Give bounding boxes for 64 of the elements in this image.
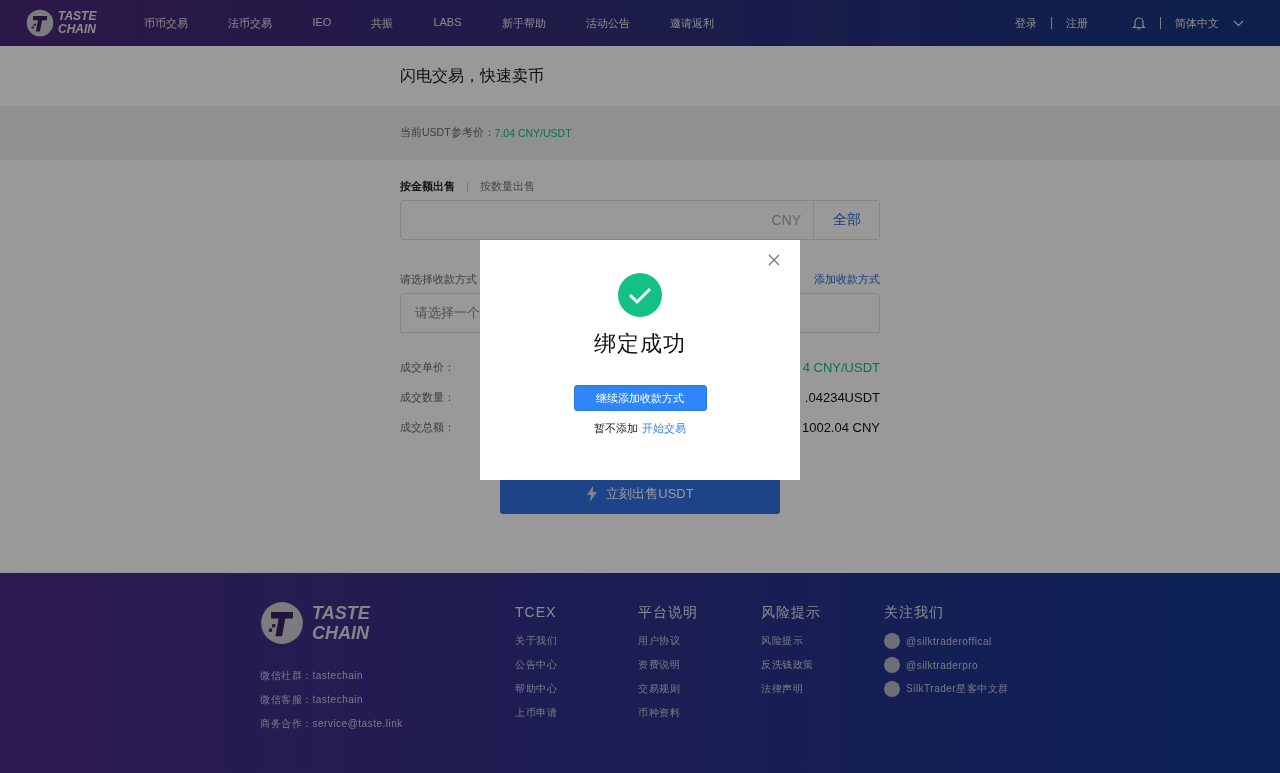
page-title: 闪电交易，快速卖币: [400, 65, 545, 86]
lightning-icon: [586, 486, 599, 502]
footer-link[interactable]: 风险提示: [761, 634, 884, 648]
login-link[interactable]: 登录: [1015, 15, 1037, 31]
summary-label: 成交单价：: [400, 360, 455, 375]
field-label: 请选择收款方式: [400, 273, 477, 287]
footer-link[interactable]: SilkTrader星客中文群: [906, 682, 1009, 696]
footer-link[interactable]: 帮助中心: [515, 682, 638, 696]
footer-link[interactable]: 反洗钱政策: [761, 658, 884, 672]
all-button[interactable]: 全部: [813, 201, 879, 239]
sell-mode-tab[interactable]: 按数量出售: [480, 180, 535, 194]
footer-link[interactable]: 用户协议: [638, 634, 761, 648]
footer-link[interactable]: 公告中心: [515, 658, 638, 672]
footer-heading: 平台说明: [638, 604, 699, 622]
nav-link[interactable]: 法币交易: [208, 15, 293, 31]
contact-text: 商务合作：service@taste.link: [260, 717, 404, 731]
nav-link[interactable]: 新手帮助: [481, 15, 566, 31]
register-link[interactable]: 注册: [1066, 15, 1088, 31]
nav-link[interactable]: 币币交易: [124, 15, 209, 31]
footer-heading: 关注我们: [884, 604, 945, 622]
sell-mode-tab[interactable]: 按金额出售: [400, 180, 455, 194]
nav-link[interactable]: 共振: [351, 15, 414, 31]
summary-value: 4 CNY/USDT: [802, 360, 880, 375]
dialog-title: 绑定成功: [594, 330, 686, 358]
footer-link[interactable]: 交易规则: [638, 682, 761, 696]
contact-text: 微信社群：tastechain: [260, 669, 365, 683]
social-icon[interactable]: [884, 657, 900, 673]
footer-heading: TCEX: [515, 604, 558, 622]
nav-link[interactable]: LABS: [413, 15, 482, 31]
chevron-down-icon[interactable]: [1233, 19, 1244, 27]
logo-icon: [26, 9, 54, 37]
summary-label: 成交数量：: [400, 390, 455, 405]
logo-text: TASTE: [58, 10, 97, 23]
logo-text: CHAIN: [58, 23, 97, 36]
social-icon[interactable]: [884, 681, 900, 697]
footer-link[interactable]: 资费说明: [638, 658, 761, 672]
footer-link[interactable]: 上币申请: [515, 706, 638, 720]
summary-label: 成交总额：: [400, 420, 455, 435]
footer-link[interactable]: @silktraderoffical: [906, 634, 992, 648]
check-icon: [618, 273, 662, 317]
logo-icon: [260, 601, 304, 645]
nav-link[interactable]: 邀请返利: [649, 15, 734, 31]
logo-text: CHAIN: [312, 623, 370, 643]
summary-value: .04234USDT: [804, 390, 880, 405]
skip-text: 暂不添加: [594, 422, 638, 436]
price-label: 当前USDT参考价：: [400, 126, 495, 140]
add-payment-link[interactable]: 添加收款方式: [814, 273, 880, 287]
contact-text: 微信客服：tastechain: [260, 693, 365, 707]
nav-link[interactable]: IEO: [292, 15, 352, 31]
footer-link[interactable]: 法律声明: [761, 682, 884, 696]
logo-text: TASTE: [312, 603, 370, 623]
language-selector[interactable]: 简体中文: [1175, 15, 1219, 31]
footer-link[interactable]: @silktraderpro: [906, 658, 979, 672]
nav-link[interactable]: 活动公告: [565, 15, 650, 31]
footer-link[interactable]: 币种资料: [638, 706, 761, 720]
bell-icon[interactable]: [1132, 15, 1146, 31]
footer-heading: 风险提示: [761, 604, 822, 622]
summary-value: 1002.04 CNY: [801, 420, 880, 435]
footer-link[interactable]: 关于我们: [515, 634, 638, 648]
continue-button[interactable]: 继续添加收款方式: [573, 385, 707, 411]
start-trading-link[interactable]: 开始交易: [642, 422, 686, 436]
close-icon[interactable]: [768, 254, 780, 266]
price-value: 7.04 CNY/USDT: [494, 127, 572, 139]
social-icon[interactable]: [884, 633, 900, 649]
